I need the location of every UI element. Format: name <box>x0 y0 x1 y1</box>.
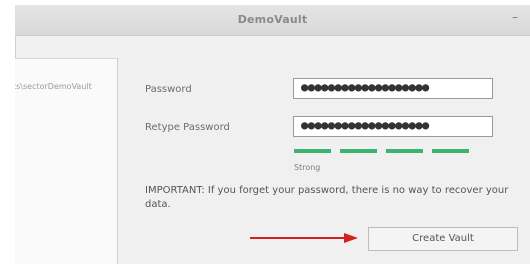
title-bar: DemoVault – <box>15 5 530 36</box>
retype-password-label: Retype Password <box>145 122 230 133</box>
sidebar: ts\sectorDemoVault <box>15 58 118 264</box>
password-field[interactable]: ●●●●●●●●●●●●●●●●●●● <box>293 78 493 99</box>
password-label: Password <box>145 84 192 95</box>
strength-meter-segment <box>432 149 469 153</box>
strength-meter-segment <box>386 149 423 153</box>
minimize-button[interactable]: – <box>512 10 518 24</box>
sidebar-vault-path[interactable]: ts\sectorDemoVault <box>15 82 92 91</box>
strength-meter-segment <box>294 149 331 153</box>
important-warning-text: IMPORTANT: If you forget your password, … <box>145 185 509 210</box>
window-title: DemoVault <box>237 13 308 26</box>
strength-label: Strong <box>294 163 321 172</box>
red-arrow-right-icon <box>250 233 358 243</box>
create-vault-button[interactable]: Create Vault <box>368 227 518 251</box>
app-frame: DemoVault – ts\sectorDemoVault Password … <box>0 0 530 264</box>
strength-meter-segment <box>340 149 377 153</box>
retype-password-field[interactable]: ●●●●●●●●●●●●●●●●●●● <box>293 116 493 137</box>
